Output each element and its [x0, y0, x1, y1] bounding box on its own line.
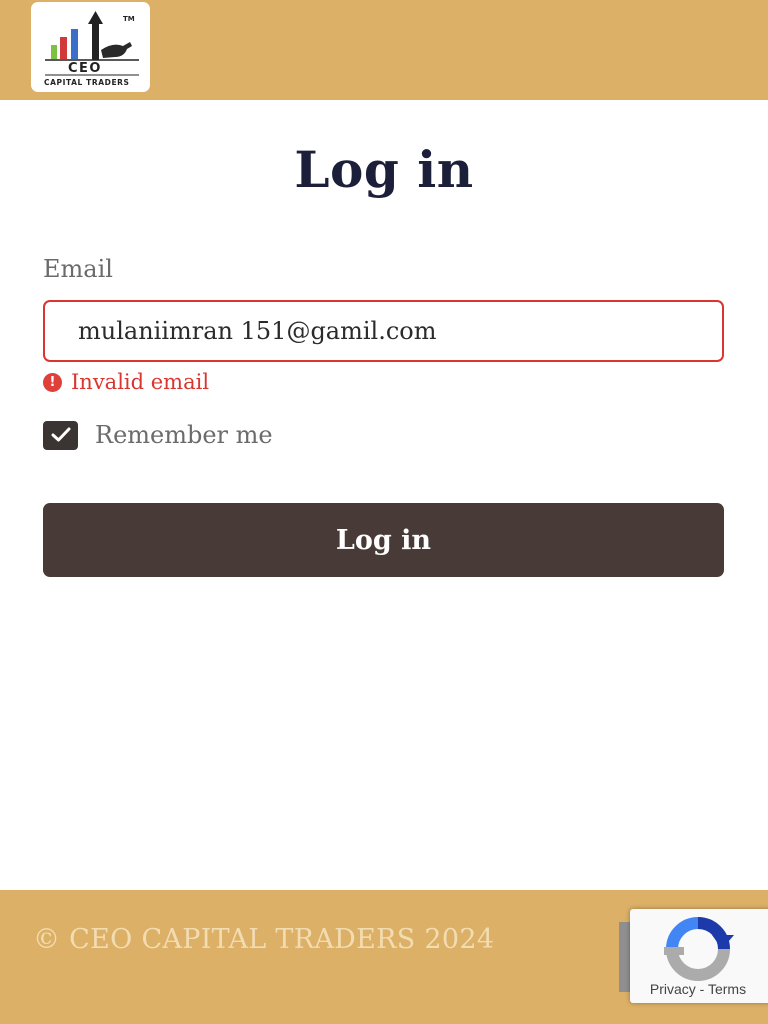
svg-text:CAPITAL TRADERS: CAPITAL TRADERS	[44, 78, 130, 87]
privacy-link[interactable]: Privacy	[650, 981, 696, 997]
recaptcha-badge[interactable]: Privacy - Terms	[630, 909, 768, 1003]
email-error-message: ! Invalid email	[43, 368, 209, 396]
svg-text:TM: TM	[123, 15, 135, 23]
alert-icon: !	[43, 372, 62, 392]
remember-me-option[interactable]: Remember me	[43, 420, 273, 450]
brand-logo[interactable]: TM CEO CAPITAL TRADERS	[31, 2, 150, 92]
copyright-text: © CEO CAPITAL TRADERS 2024	[33, 924, 495, 955]
svg-text:CEO: CEO	[68, 61, 102, 76]
link-separator: -	[695, 981, 708, 997]
site-header: TM CEO CAPITAL TRADERS	[0, 0, 768, 100]
recaptcha-icon	[664, 917, 734, 981]
email-field[interactable]	[43, 300, 724, 362]
recaptcha-links: Privacy - Terms	[630, 981, 766, 997]
remember-me-checkbox[interactable]	[43, 420, 78, 450]
ceo-logo-icon: TM CEO CAPITAL TRADERS	[44, 11, 139, 87]
terms-link[interactable]: Terms	[708, 981, 746, 997]
login-button[interactable]: Log in	[43, 503, 724, 577]
error-text: Invalid email	[71, 370, 210, 394]
remember-me-label: Remember me	[95, 421, 273, 449]
email-label: Email	[43, 255, 113, 283]
page-title: Log in	[294, 140, 474, 199]
checkmark-icon	[51, 427, 70, 442]
